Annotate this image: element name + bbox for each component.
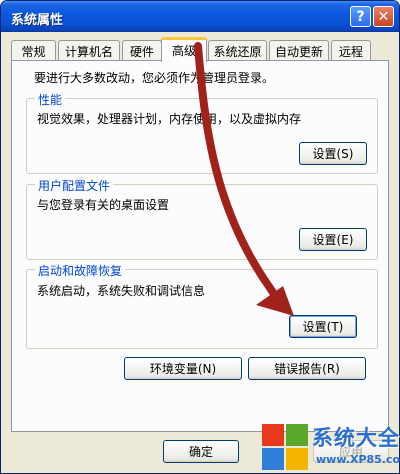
tab-advanced[interactable]: 高级	[161, 37, 207, 62]
tab-general[interactable]: 常规	[11, 40, 56, 60]
performance-settings-button[interactable]: 设置(S)	[299, 142, 367, 165]
user-profiles-title: 用户配置文件	[35, 177, 114, 194]
user-profiles-settings-button[interactable]: 设置(E)	[299, 228, 367, 251]
logo-blue-square	[262, 448, 284, 470]
help-button[interactable]: ?	[350, 6, 371, 27]
ok-button[interactable]: 确定	[163, 440, 239, 463]
watermark-url: www.XP85.com	[316, 453, 400, 466]
startup-recovery-group: 启动和故障恢复 系统启动，系统失败和调试信息 设置(T)	[26, 262, 378, 349]
advanced-tab-panel: 要进行大多数改动，您必须作为管理员登录。 性能 视觉效果，处理器计划，内存使用，…	[11, 60, 389, 432]
logo-red-square	[262, 424, 284, 446]
system-properties-window: 系统属性 ? ✕ 常规 计算机名 硬件 高级 系统还原 自动更新 远程 要进行大…	[0, 0, 400, 474]
help-icon: ?	[356, 8, 365, 25]
logo-yellow-square	[286, 448, 308, 470]
windows-logo-icon	[262, 424, 308, 470]
startup-recovery-settings-button[interactable]: 设置(T)	[289, 315, 357, 338]
close-icon: ✕	[377, 8, 390, 25]
window-title: 系统属性	[11, 13, 64, 28]
watermark-site-name: 系统大全	[312, 425, 400, 450]
close-button[interactable]: ✕	[373, 6, 394, 27]
admin-notice: 要进行大多数改动，您必须作为管理员登录。	[34, 71, 275, 85]
tab-computer-name[interactable]: 计算机名	[58, 40, 120, 60]
user-profiles-description: 与您登录有关的桌面设置	[37, 198, 170, 212]
site-watermark: 系统大全 www.XP85.com	[258, 420, 400, 474]
logo-green-square	[286, 424, 308, 446]
tab-hardware[interactable]: 硬件	[122, 40, 162, 60]
performance-title: 性能	[35, 91, 66, 108]
tab-system-restore[interactable]: 系统还原	[208, 40, 267, 60]
tab-strip: 常规 计算机名 硬件 高级 系统还原 自动更新 远程	[11, 37, 391, 62]
error-reporting-button[interactable]: 错误报告(R)	[248, 357, 366, 380]
startup-recovery-description: 系统启动，系统失败和调试信息	[37, 284, 206, 298]
title-bar[interactable]: 系统属性 ? ✕	[1, 1, 399, 32]
performance-group: 性能 视觉效果，处理器计划，内存使用，以及虚拟内存 设置(S)	[26, 91, 378, 174]
environment-variables-button[interactable]: 环境变量(N)	[124, 357, 242, 380]
user-profiles-group: 用户配置文件 与您登录有关的桌面设置 设置(E)	[26, 177, 378, 260]
performance-description: 视觉效果，处理器计划，内存使用，以及虚拟内存	[37, 112, 302, 126]
tab-automatic-updates[interactable]: 自动更新	[269, 40, 329, 60]
startup-recovery-title: 启动和故障恢复	[35, 262, 126, 279]
tab-remote[interactable]: 远程	[331, 40, 371, 60]
